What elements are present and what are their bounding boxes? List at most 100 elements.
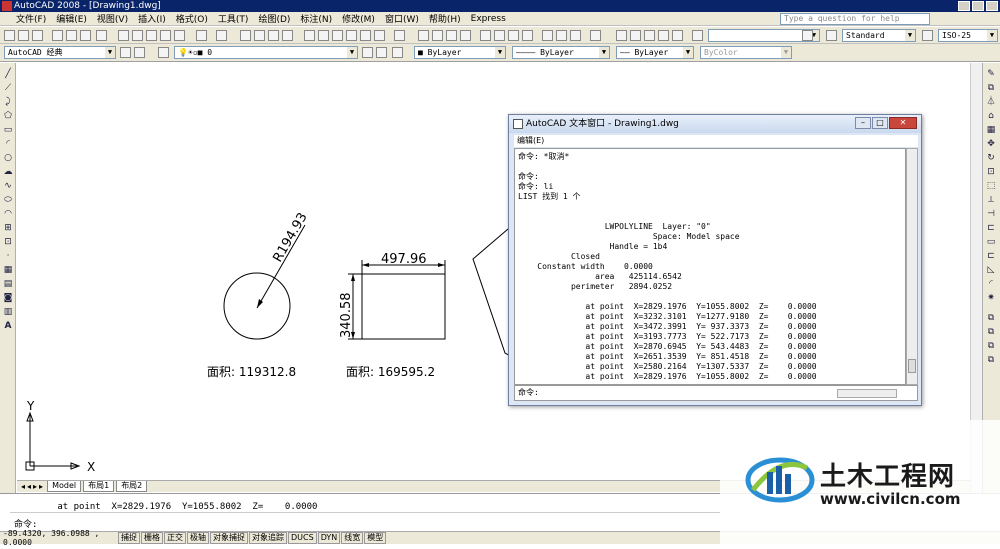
menu-tools[interactable]: 工具(T) (213, 12, 254, 25)
status-grid[interactable]: 栅格 (141, 532, 163, 544)
workspace-combo[interactable]: AutoCAD 经典 ▼ (4, 46, 116, 59)
new-icon[interactable] (4, 30, 15, 41)
stretch-icon[interactable]: ⬚ (986, 181, 996, 191)
construction-line-icon[interactable]: ⟋ (3, 83, 13, 93)
polygon-icon[interactable]: ⬠ (3, 111, 13, 121)
dim-style-select[interactable]: ISO-25 ▼ (938, 29, 998, 42)
move-icon[interactable]: ✥ (986, 139, 996, 149)
rotate-icon[interactable]: ↻ (986, 153, 996, 163)
status-snap[interactable]: 捕捉 (118, 532, 140, 544)
text-window-close-button[interactable]: ✕ (889, 117, 917, 129)
scroll-thumb[interactable] (908, 359, 916, 373)
text-window-maximize-button[interactable]: □ (872, 117, 888, 129)
ellipse-icon[interactable]: ⬭ (3, 195, 13, 205)
paste-icon[interactable] (146, 30, 157, 41)
layer-combo[interactable]: 💡☀▫■ 0 ▼ (174, 46, 358, 59)
quickcalc-icon[interactable] (374, 30, 385, 41)
extend-icon[interactable]: ⊣ (986, 209, 996, 219)
close-button[interactable] (986, 1, 998, 11)
multiline-text-icon[interactable]: A (3, 321, 13, 331)
join-icon[interactable]: ⊏ (986, 251, 996, 261)
scale-icon[interactable]: ⊡ (986, 167, 996, 177)
menu-modify[interactable]: 修改(M) (337, 12, 380, 25)
dim-linear-icon[interactable] (418, 30, 429, 41)
dim-diameter-icon[interactable] (508, 30, 519, 41)
circle-icon[interactable]: ○ (3, 153, 13, 163)
trim-icon[interactable]: ⟂ (986, 195, 996, 205)
menu-draw[interactable]: 绘图(D) (253, 12, 295, 25)
cut-icon[interactable] (118, 30, 129, 41)
dim-style-mgr-icon[interactable] (922, 30, 933, 41)
status-otrack[interactable]: 对象追踪 (249, 532, 287, 544)
draw-order-icon[interactable]: ⧉ (986, 313, 996, 323)
polyline-icon[interactable]: ⤸ (3, 97, 13, 107)
tab-model[interactable]: Model (47, 481, 82, 492)
menu-edit[interactable]: 编辑(E) (51, 12, 92, 25)
copy-object-icon[interactable]: ⧉ (986, 83, 996, 93)
copy-icon[interactable] (132, 30, 143, 41)
menu-dimension[interactable]: 标注(N) (295, 12, 337, 25)
status-polar[interactable]: 极轴 (187, 532, 209, 544)
make-block-icon[interactable]: ⊡ (3, 237, 13, 247)
tab-nav-arrows-icon[interactable]: ◂◂▸▸ (17, 482, 45, 491)
erase-icon[interactable]: ✎ (986, 69, 996, 79)
block-editor-icon[interactable] (174, 30, 185, 41)
help-search-input[interactable]: Type a question for help (780, 13, 930, 25)
open-icon[interactable] (18, 30, 29, 41)
dim-jogged-icon[interactable] (494, 30, 505, 41)
offset-icon[interactable]: ⌂ (986, 111, 996, 121)
fillet-icon[interactable]: ◜ (986, 279, 996, 289)
dim-update-icon[interactable] (672, 30, 683, 41)
redo-icon[interactable] (216, 30, 227, 41)
text-window-titlebar[interactable]: AutoCAD 文本窗口 - Drawing1.dwg – □ ✕ (509, 115, 921, 133)
plotstyle-combo[interactable]: ByColor ▼ (700, 46, 792, 59)
quick-leader-icon[interactable] (590, 30, 601, 41)
plot-preview-icon[interactable] (66, 30, 77, 41)
restore-button[interactable] (972, 1, 984, 11)
lineweight-combo[interactable]: —— ByLayer ▼ (616, 46, 694, 59)
plot-icon[interactable] (52, 30, 63, 41)
menu-help[interactable]: 帮助(H) (424, 12, 466, 25)
spline-icon[interactable]: ∿ (3, 181, 13, 191)
layer-tools-icon[interactable] (392, 47, 403, 58)
menu-insert[interactable]: 插入(I) (133, 12, 171, 25)
zoom-realtime-icon[interactable] (254, 30, 265, 41)
mirror-icon[interactable]: ⏃ (986, 97, 996, 107)
command-input[interactable] (10, 512, 720, 528)
status-osnap[interactable]: 对象捕捉 (210, 532, 248, 544)
layer-previous-icon[interactable] (376, 47, 387, 58)
status-model[interactable]: 模型 (364, 532, 387, 544)
dim-arc-icon[interactable] (446, 30, 457, 41)
menu-express[interactable]: Express (466, 14, 511, 24)
workspace-save-icon[interactable] (134, 47, 145, 58)
gradient-icon[interactable]: ▤ (3, 279, 13, 289)
bring-above-icon[interactable]: ⧉ (986, 355, 996, 365)
tool-palettes-icon[interactable] (332, 30, 343, 41)
chamfer-icon[interactable]: ◺ (986, 265, 996, 275)
menu-window[interactable]: 窗口(W) (380, 12, 424, 25)
color-combo[interactable]: ■ ByLayer ▼ (414, 46, 506, 59)
text-window-menu-edit[interactable]: 编辑(E) (514, 135, 918, 147)
ellipse-arc-icon[interactable]: ◠ (3, 209, 13, 219)
status-ducs[interactable]: DUCS (288, 532, 317, 544)
dim-style-manager-icon[interactable] (802, 30, 813, 41)
3d-dwf-icon[interactable] (96, 30, 107, 41)
publish-icon[interactable] (80, 30, 91, 41)
text-window-command-input[interactable]: 命令: (514, 385, 918, 401)
dim-radius-icon[interactable] (480, 30, 491, 41)
save-icon[interactable] (32, 30, 43, 41)
rectangle-entity[interactable] (361, 273, 446, 340)
layer-manager-icon[interactable] (158, 47, 169, 58)
text-style-combo[interactable]: Standard ▼ (842, 29, 916, 42)
arc-icon[interactable]: ◜ (3, 139, 13, 149)
center-mark-icon[interactable] (630, 30, 641, 41)
dim-edit-icon[interactable] (644, 30, 655, 41)
dim-continue-icon[interactable] (570, 30, 581, 41)
dim-style-icon[interactable] (692, 30, 703, 41)
design-center-icon[interactable] (318, 30, 329, 41)
menu-view[interactable]: 视图(V) (92, 12, 133, 25)
markup-icon[interactable] (360, 30, 371, 41)
dim-baseline-icon[interactable] (556, 30, 567, 41)
table-icon[interactable]: ▥ (3, 307, 13, 317)
zoom-window-icon[interactable] (268, 30, 279, 41)
